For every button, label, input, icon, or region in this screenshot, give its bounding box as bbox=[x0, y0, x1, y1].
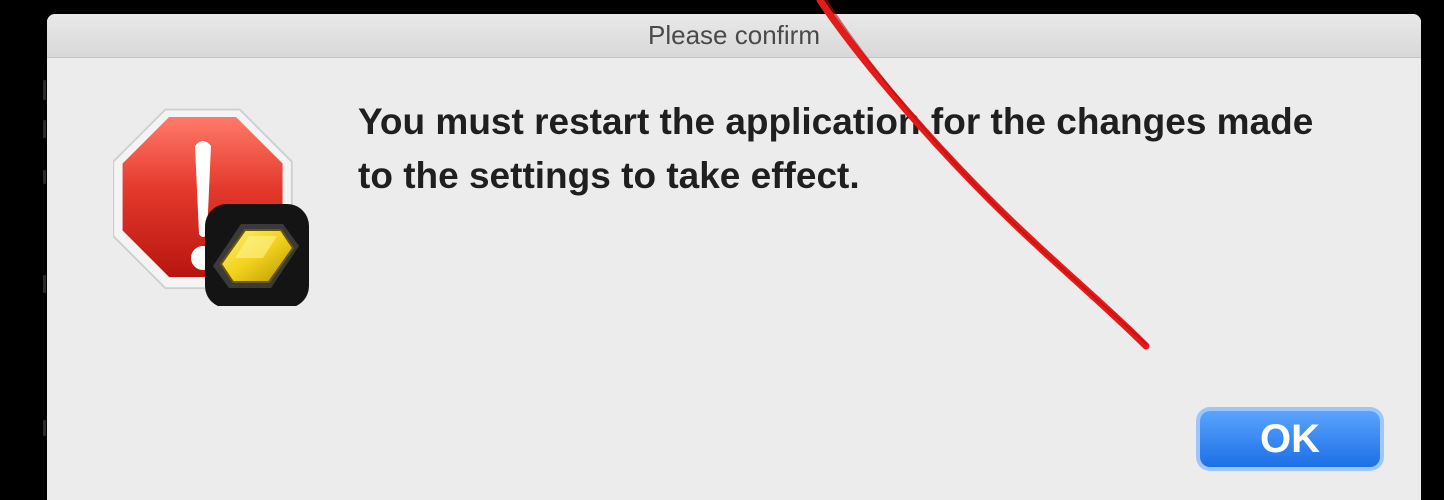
ok-button[interactable]: OK bbox=[1200, 411, 1380, 467]
alert-message: You must restart the application for the… bbox=[358, 101, 1314, 196]
dialog-title: Please confirm bbox=[648, 20, 820, 50]
stop-exclamation-icon bbox=[112, 106, 313, 308]
screenshot-stage: Please confirm You must restart the appl… bbox=[0, 0, 1444, 500]
confirm-dialog: Please confirm You must restart the appl… bbox=[47, 14, 1421, 500]
app-badge-icon bbox=[205, 204, 309, 308]
dialog-titlebar[interactable]: Please confirm bbox=[47, 14, 1421, 58]
